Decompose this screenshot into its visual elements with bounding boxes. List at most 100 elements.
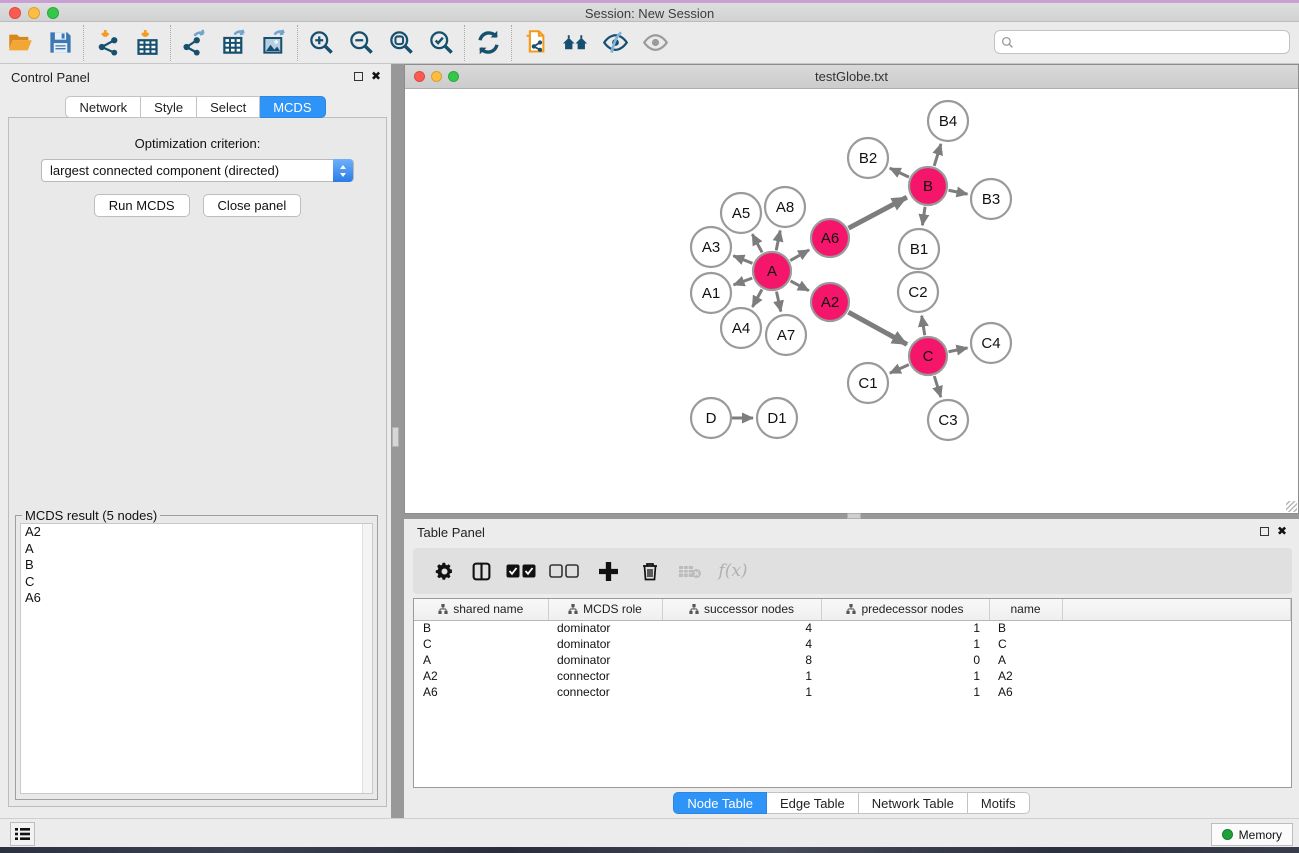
- float-panel-icon[interactable]: [354, 72, 363, 81]
- select-all-columns-button[interactable]: [500, 554, 542, 588]
- tab-network[interactable]: Network: [65, 96, 141, 118]
- result-list-scrollbar[interactable]: [362, 524, 372, 793]
- show-all-button[interactable]: [635, 25, 675, 61]
- column-header-name[interactable]: name: [989, 599, 1062, 620]
- zoom-in-button[interactable]: [301, 25, 341, 61]
- table-cell[interactable]: dominator: [548, 652, 662, 668]
- graph-node-D1[interactable]: D1: [757, 398, 797, 438]
- export-image-button[interactable]: [254, 25, 294, 61]
- hide-selected-button[interactable]: [595, 25, 635, 61]
- table-cell[interactable]: 8: [662, 652, 821, 668]
- table-cell[interactable]: 1: [821, 668, 989, 684]
- graph-edge-A-A3[interactable]: [733, 256, 752, 264]
- column-header-successor-nodes[interactable]: successor nodes: [662, 599, 821, 620]
- table-cell[interactable]: 0: [821, 652, 989, 668]
- close-panel-button[interactable]: Close panel: [203, 194, 302, 217]
- tab-select[interactable]: Select: [197, 96, 260, 118]
- graph-edge-A-A1[interactable]: [734, 278, 753, 285]
- graph-node-C4[interactable]: C4: [971, 323, 1011, 363]
- search-field[interactable]: [994, 30, 1290, 54]
- result-list-item[interactable]: A6: [21, 590, 372, 607]
- graph-edge-C-C2[interactable]: [922, 316, 925, 336]
- tab-edge-table[interactable]: Edge Table: [767, 792, 859, 814]
- delete-column-button[interactable]: [630, 554, 670, 588]
- export-table-button[interactable]: [214, 25, 254, 61]
- graph-edge-B-B2[interactable]: [890, 168, 909, 177]
- deselect-all-columns-button[interactable]: [542, 554, 586, 588]
- table-cell[interactable]: 1: [821, 684, 989, 700]
- graph-edge-A6-B[interactable]: [849, 197, 907, 228]
- graph-node-A2[interactable]: A2: [811, 283, 849, 321]
- graph-node-B3[interactable]: B3: [971, 179, 1011, 219]
- table-settings-button[interactable]: [425, 554, 463, 588]
- run-mcds-button[interactable]: Run MCDS: [94, 194, 190, 217]
- graph-node-A8[interactable]: A8: [765, 187, 805, 227]
- graph-edge-C-C1[interactable]: [890, 365, 909, 374]
- graph-node-D[interactable]: D: [691, 398, 731, 438]
- graph-edge-C-C3[interactable]: [934, 376, 941, 397]
- create-column-button[interactable]: [586, 554, 630, 588]
- table-cell[interactable]: A6: [989, 684, 1062, 700]
- memory-button[interactable]: Memory: [1211, 823, 1293, 846]
- table-cell[interactable]: A: [989, 652, 1062, 668]
- network-canvas[interactable]: AA1A2A3A4A5A6A7A8BB1B2B3B4CC1C2C3C4DD1: [406, 90, 1297, 512]
- graph-node-C2[interactable]: C2: [898, 272, 938, 312]
- graph-node-A3[interactable]: A3: [691, 227, 731, 267]
- table-cell[interactable]: 1: [821, 620, 989, 636]
- graph-edge-A-A8[interactable]: [776, 231, 780, 251]
- graph-node-A[interactable]: A: [753, 252, 791, 290]
- graph-node-B[interactable]: B: [909, 167, 947, 205]
- graph-edge-C-C4[interactable]: [949, 348, 968, 352]
- tab-motifs[interactable]: Motifs: [968, 792, 1030, 814]
- column-header-MCDS-role[interactable]: MCDS role: [548, 599, 662, 620]
- table-cell[interactable]: 4: [662, 636, 821, 652]
- graph-node-A7[interactable]: A7: [766, 315, 806, 355]
- result-list-item[interactable]: C: [21, 574, 372, 591]
- table-cell[interactable]: A6: [414, 684, 548, 700]
- import-network-button[interactable]: [87, 25, 127, 61]
- export-network-button[interactable]: [174, 25, 214, 61]
- table-cell[interactable]: dominator: [548, 620, 662, 636]
- tab-style[interactable]: Style: [141, 96, 197, 118]
- graph-node-A1[interactable]: A1: [691, 273, 731, 313]
- mcds-result-list[interactable]: A2ABCA6: [20, 523, 373, 794]
- apply-layout-button[interactable]: [468, 25, 508, 61]
- graph-edge-A2-C[interactable]: [848, 312, 907, 344]
- table-cell[interactable]: A: [414, 652, 548, 668]
- graph-node-B1[interactable]: B1: [899, 229, 939, 269]
- graph-edge-A-A5[interactable]: [752, 234, 762, 252]
- zoom-fit-button[interactable]: [381, 25, 421, 61]
- table-cell[interactable]: C: [989, 636, 1062, 652]
- result-list-item[interactable]: A2: [21, 524, 372, 541]
- table-cell[interactable]: 1: [821, 636, 989, 652]
- table-cell[interactable]: dominator: [548, 636, 662, 652]
- network-graph[interactable]: AA1A2A3A4A5A6A7A8BB1B2B3B4CC1C2C3C4DD1: [406, 90, 1299, 514]
- delete-table-button[interactable]: [670, 554, 710, 588]
- window-resize-grip[interactable]: [1286, 501, 1297, 512]
- graph-node-C[interactable]: C: [909, 337, 947, 375]
- graph-node-A4[interactable]: A4: [721, 308, 761, 348]
- close-panel-icon[interactable]: ✖: [371, 69, 381, 83]
- search-input[interactable]: [1018, 35, 1289, 49]
- graph-node-A6[interactable]: A6: [811, 219, 849, 257]
- graph-node-B4[interactable]: B4: [928, 101, 968, 141]
- show-columns-button[interactable]: [463, 554, 500, 588]
- network-window-titlebar[interactable]: testGlobe.txt: [405, 65, 1298, 89]
- graph-edge-B-B3[interactable]: [949, 190, 968, 194]
- tab-mcds[interactable]: MCDS: [260, 96, 325, 118]
- import-table-button[interactable]: [127, 25, 167, 61]
- save-session-button[interactable]: [40, 25, 80, 61]
- graph-node-C1[interactable]: C1: [848, 363, 888, 403]
- graph-node-B2[interactable]: B2: [848, 138, 888, 178]
- column-header-predecessor-nodes[interactable]: predecessor nodes: [821, 599, 989, 620]
- graph-edge-A-A6[interactable]: [790, 250, 809, 261]
- graph-edge-A-A2[interactable]: [791, 281, 809, 291]
- table-cell[interactable]: 1: [662, 684, 821, 700]
- table-cell[interactable]: B: [989, 620, 1062, 636]
- result-list-item[interactable]: A: [21, 541, 372, 558]
- table-cell[interactable]: B: [414, 620, 548, 636]
- graph-edge-B-B1[interactable]: [922, 207, 925, 225]
- zoom-out-button[interactable]: [341, 25, 381, 61]
- graph-edge-B-B4[interactable]: [934, 144, 941, 166]
- new-network-from-selection-button[interactable]: [515, 25, 555, 61]
